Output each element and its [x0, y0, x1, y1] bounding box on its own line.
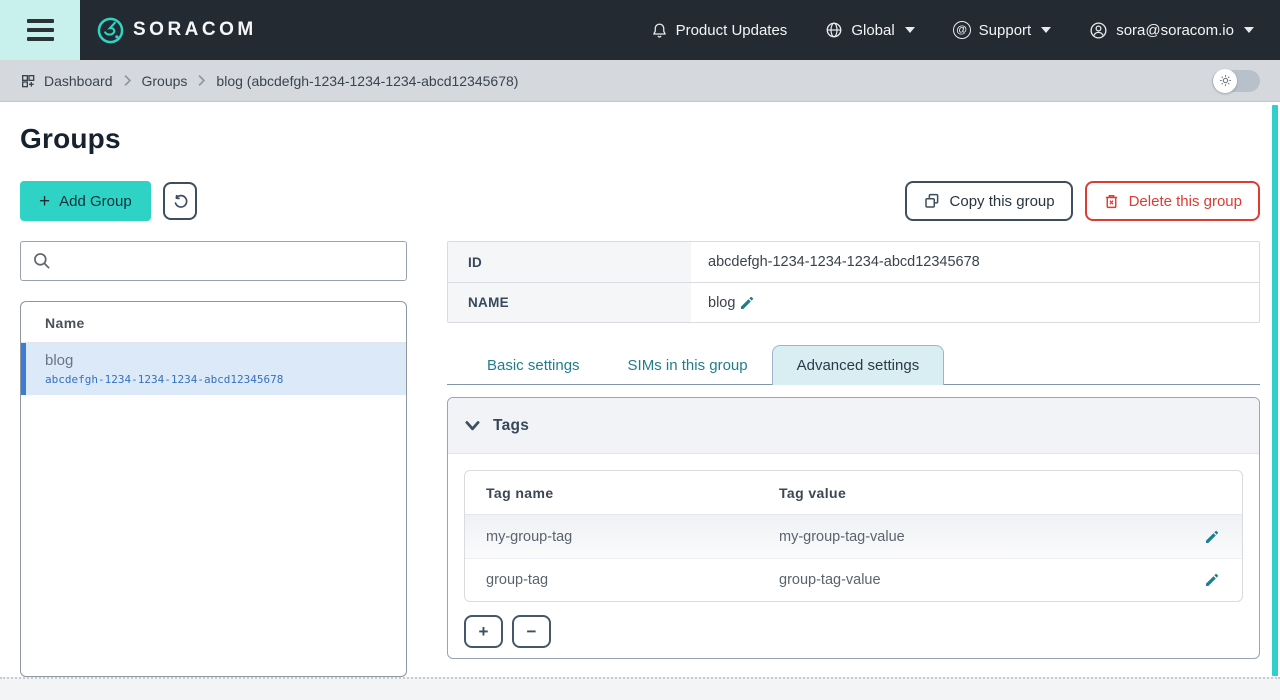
edit-name-button[interactable]	[739, 295, 755, 311]
group-list-column: Name blog abcdefgh-1234-1234-1234-abcd12…	[20, 241, 407, 677]
selection-bar	[21, 343, 26, 395]
account-email: sora@soracom.io	[1116, 22, 1234, 39]
product-updates-label: Product Updates	[676, 22, 788, 39]
top-navigation: SORACOM Product Updates Global @ Support	[0, 0, 1280, 60]
caret-down-icon	[905, 27, 915, 33]
group-name: blog	[45, 351, 394, 371]
edit-tag-button[interactable]	[1204, 529, 1220, 545]
caret-down-icon	[1041, 27, 1051, 33]
breadcrumb-dashboard[interactable]: Dashboard	[20, 73, 113, 89]
delete-group-button[interactable]: Delete this group	[1085, 181, 1260, 221]
tag-name-column-header: Tag name	[465, 485, 779, 501]
pencil-icon	[1204, 572, 1220, 588]
tags-section: Tags Tag name Tag value my-group-tag my-…	[447, 397, 1260, 659]
global-label: Global	[851, 22, 894, 39]
field-label: NAME	[448, 283, 691, 322]
tag-row[interactable]: my-group-tag my-group-tag-value	[465, 515, 1242, 558]
support-label: Support	[979, 22, 1032, 39]
hamburger-icon	[27, 19, 54, 23]
page-title: Groups	[20, 123, 1260, 155]
toolbar: + Add Group Copy this group	[20, 181, 1260, 221]
refresh-icon	[171, 192, 189, 211]
toolbar-right: Copy this group Delete this group	[905, 181, 1260, 221]
dashboard-grid-icon	[20, 73, 36, 89]
group-list-item[interactable]: blog abcdefgh-1234-1234-1234-abcd1234567…	[21, 343, 406, 395]
caret-down-icon	[1244, 27, 1254, 33]
content-columns: Name blog abcdefgh-1234-1234-1234-abcd12…	[20, 241, 1260, 677]
settings-tabs: Basic settings SIMs in this group Advanc…	[447, 343, 1260, 385]
breadcrumb-groups[interactable]: Groups	[142, 73, 188, 89]
tag-table: Tag name Tag value my-group-tag my-group…	[464, 470, 1243, 602]
theme-toggle[interactable]	[1212, 70, 1260, 92]
group-detail-table: ID abcdefgh-1234-1234-1234-abcd12345678 …	[447, 241, 1260, 323]
tab-basic-settings[interactable]: Basic settings	[463, 347, 604, 384]
topnav-right: Product Updates Global @ Support sora@so…	[651, 21, 1254, 40]
add-group-button[interactable]: + Add Group	[20, 181, 151, 221]
account-menu[interactable]: sora@soracom.io	[1089, 21, 1254, 40]
tag-actions: + −	[464, 615, 1259, 648]
tag-value-column-header: Tag value	[779, 485, 1186, 501]
minus-icon: −	[527, 623, 537, 640]
product-updates-button[interactable]: Product Updates	[651, 21, 788, 40]
hamburger-menu-button[interactable]	[0, 0, 80, 60]
breadcrumb: Dashboard Groups blog (abcdefgh-1234-123…	[0, 60, 1280, 102]
copy-group-button[interactable]: Copy this group	[905, 181, 1073, 221]
tag-row[interactable]: group-tag group-tag-value	[465, 558, 1242, 601]
field-row-id: ID abcdefgh-1234-1234-1234-abcd12345678	[448, 242, 1259, 282]
edit-tag-button[interactable]	[1204, 572, 1220, 588]
support-menu[interactable]: @ Support	[953, 21, 1052, 39]
soracom-logo-icon	[97, 17, 124, 44]
theme-knob	[1213, 69, 1237, 93]
main-content: Groups + Add Group Copy this group	[0, 102, 1280, 677]
field-label: ID	[448, 242, 691, 282]
chevron-down-icon	[464, 419, 481, 433]
chevron-right-icon	[197, 74, 206, 87]
chevron-right-icon	[123, 74, 132, 87]
pencil-icon	[1204, 529, 1220, 545]
group-search	[20, 241, 407, 281]
breadcrumb-current: blog (abcdefgh-1234-1234-1234-abcd123456…	[216, 73, 518, 89]
plus-icon: +	[479, 623, 489, 640]
tags-section-title: Tags	[493, 417, 529, 435]
tag-value: my-group-tag-value	[779, 529, 1186, 545]
vertical-scrollbar[interactable]	[1272, 105, 1278, 676]
tag-name: group-tag	[465, 572, 779, 588]
tab-sims-in-this-group[interactable]: SIMs in this group	[604, 347, 772, 384]
soracom-logo[interactable]: SORACOM	[97, 17, 257, 44]
refresh-button[interactable]	[163, 182, 197, 220]
tags-collapse-header[interactable]: Tags	[448, 398, 1259, 454]
global-coverage-menu[interactable]: Global	[825, 21, 914, 39]
user-icon	[1089, 21, 1108, 40]
globe-icon	[825, 21, 843, 39]
remove-tag-button[interactable]: −	[512, 615, 551, 648]
plus-icon: +	[39, 192, 50, 211]
tab-advanced-settings[interactable]: Advanced settings	[772, 345, 945, 385]
pencil-icon	[739, 295, 755, 311]
bell-icon	[651, 21, 668, 40]
field-value: blog	[691, 283, 1259, 322]
group-list-header: Name	[21, 302, 406, 343]
tag-table-header: Tag name Tag value	[465, 471, 1242, 515]
tag-value: group-tag-value	[779, 572, 1186, 588]
trash-icon	[1103, 192, 1120, 210]
group-detail-column: ID abcdefgh-1234-1234-1234-abcd12345678 …	[447, 241, 1260, 677]
search-icon	[32, 251, 52, 271]
tag-name: my-group-tag	[465, 529, 779, 545]
soracom-logo-text: SORACOM	[133, 19, 257, 41]
group-search-input[interactable]	[20, 241, 407, 281]
footer-strip	[0, 677, 1280, 700]
field-row-name: NAME blog	[448, 282, 1259, 322]
support-icon: @	[953, 21, 971, 39]
field-value: abcdefgh-1234-1234-1234-abcd12345678	[691, 242, 1259, 282]
add-tag-button[interactable]: +	[464, 615, 503, 648]
group-list-panel: Name blog abcdefgh-1234-1234-1234-abcd12…	[20, 301, 407, 677]
sun-icon	[1219, 74, 1232, 87]
group-id: abcdefgh-1234-1234-1234-abcd12345678	[45, 373, 394, 386]
copy-icon	[923, 192, 941, 210]
